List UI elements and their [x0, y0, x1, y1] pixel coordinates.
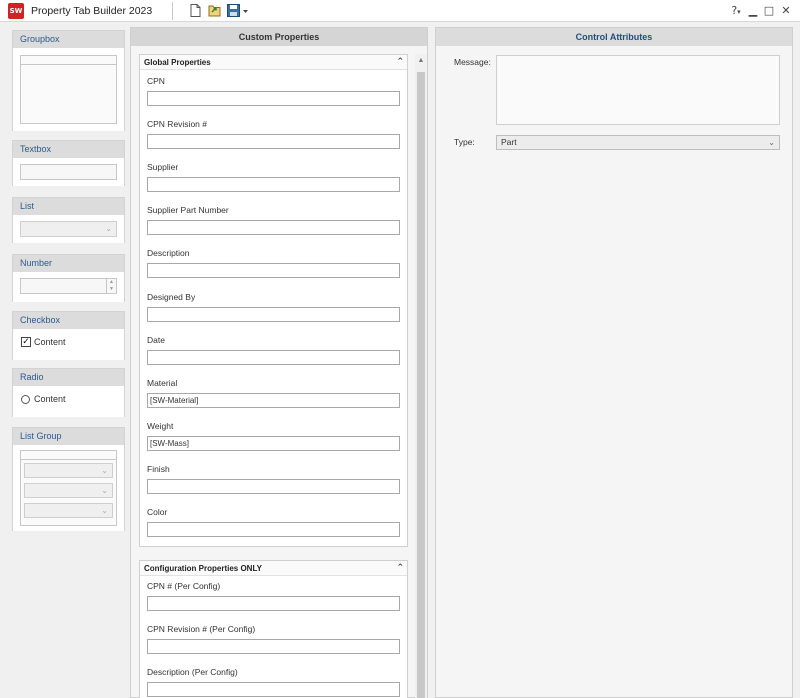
collapse-icon[interactable]: ⌃ — [396, 55, 404, 70]
type-select-value: Part — [501, 137, 517, 147]
dropdown-caret-icon[interactable] — [242, 3, 249, 18]
palette-list-label: List — [13, 198, 124, 215]
minimize-icon[interactable]: ▁ — [747, 3, 759, 18]
field-label-cpn-revision: CPN Revision # — [147, 119, 207, 129]
palette-number[interactable]: Number ▲ ▼ — [12, 254, 125, 302]
field-input-date[interactable] — [147, 350, 400, 365]
global-properties-section: Global Properties ⌃ CPN CPN Revision # S… — [139, 54, 408, 547]
type-label: Type: — [454, 137, 475, 147]
save-icon[interactable] — [226, 3, 241, 18]
palette-textbox[interactable]: Textbox — [12, 140, 125, 186]
configuration-properties-section: Configuration Properties ONLY ⌃ CPN # (P… — [139, 560, 408, 698]
configuration-properties-header[interactable]: Configuration Properties ONLY ⌃ — [140, 561, 407, 576]
title-separator — [172, 2, 173, 20]
message-label: Message: — [454, 57, 491, 67]
solidworks-logo-icon: SW — [8, 3, 24, 19]
close-icon[interactable]: ✕ — [780, 3, 792, 18]
palette-checkbox[interactable]: Checkbox ✓ Content — [12, 311, 125, 360]
list-preview: ⌄ — [20, 221, 117, 237]
field-label-cpn: CPN — [147, 76, 165, 86]
configuration-properties-title: Configuration Properties ONLY — [144, 564, 262, 573]
palette-checkbox-label: Checkbox — [13, 312, 124, 329]
checkbox-preview-icon: ✓ — [21, 337, 31, 347]
open-file-icon[interactable] — [207, 3, 222, 18]
field-label-designed-by: Designed By — [147, 292, 196, 302]
custom-properties-title: Custom Properties — [131, 28, 427, 46]
groupbox-preview — [20, 55, 117, 124]
palette-list[interactable]: List ⌄ — [12, 197, 125, 243]
radio-preview-icon — [21, 395, 30, 404]
checkbox-preview-label: Content — [34, 337, 66, 347]
field-label-supplier: Supplier — [147, 162, 179, 172]
palette-number-label: Number — [13, 255, 124, 272]
scroll-up-icon[interactable]: ▲ — [415, 54, 427, 68]
global-properties-title: Global Properties — [144, 58, 211, 67]
field-label-description: Description — [147, 248, 190, 258]
window-title: Property Tab Builder 2023 — [31, 5, 153, 17]
maximize-icon[interactable]: □ — [763, 3, 775, 18]
radio-preview-label: Content — [34, 394, 66, 404]
palette-list-group[interactable]: List Group ⌄ ⌄ ⌄ — [12, 427, 125, 531]
field-label-cpn-revision-per-config: CPN Revision # (Per Config) — [147, 624, 256, 634]
field-label-weight: Weight — [147, 421, 174, 431]
field-input-color[interactable] — [147, 522, 400, 537]
field-input-cpn-revision-per-config[interactable] — [147, 639, 400, 654]
field-input-supplier-part-number[interactable] — [147, 220, 400, 235]
scrollbar-thumb[interactable] — [417, 72, 425, 698]
field-input-supplier[interactable] — [147, 177, 400, 192]
palette-list-group-label: List Group — [13, 428, 124, 445]
field-label-finish: Finish — [147, 464, 170, 474]
textbox-preview — [20, 164, 117, 180]
field-label-cpn-per-config: CPN # (Per Config) — [147, 581, 221, 591]
field-input-cpn[interactable] — [147, 91, 400, 106]
title-bar: SW Property Tab Builder 2023 ?▾ ▁ □ ✕ — [0, 0, 800, 22]
field-label-supplier-part-number: Supplier Part Number — [147, 205, 229, 215]
palette-textbox-label: Textbox — [13, 141, 124, 158]
number-preview: ▲ ▼ — [20, 278, 117, 294]
chevron-down-icon: ⌄ — [768, 138, 775, 147]
palette-groupbox-label: Groupbox — [13, 31, 124, 48]
field-label-date: Date — [147, 335, 165, 345]
help-icon[interactable]: ?▾ — [728, 3, 744, 18]
field-input-designed-by[interactable] — [147, 307, 400, 322]
collapse-icon[interactable]: ⌃ — [396, 561, 404, 576]
message-textarea[interactable] — [496, 55, 780, 125]
palette-groupbox[interactable]: Groupbox — [12, 30, 125, 131]
list-group-preview: ⌄ ⌄ ⌄ — [20, 450, 117, 526]
type-select[interactable]: Part ⌄ — [496, 135, 780, 150]
new-document-icon[interactable] — [188, 3, 203, 18]
field-input-cpn-per-config[interactable] — [147, 596, 400, 611]
field-input-finish[interactable] — [147, 479, 400, 494]
field-input-material[interactable]: [SW-Material] — [147, 393, 400, 408]
field-input-weight[interactable]: [SW-Mass] — [147, 436, 400, 451]
field-label-color: Color — [147, 507, 168, 517]
custom-properties-panel: Custom Properties Global Properties ⌃ CP… — [130, 27, 428, 698]
control-attributes-title: Control Attributes — [436, 28, 792, 46]
field-label-material: Material — [147, 378, 178, 388]
field-label-description-per-config: Description (Per Config) — [147, 667, 238, 677]
palette-radio-label: Radio — [13, 369, 124, 386]
field-input-description[interactable] — [147, 263, 400, 278]
palette-radio[interactable]: Radio Content — [12, 368, 125, 417]
field-input-cpn-revision[interactable] — [147, 134, 400, 149]
control-attributes-panel: Control Attributes Message: Type: Part ⌄ — [435, 27, 793, 698]
global-properties-header[interactable]: Global Properties ⌃ — [140, 55, 407, 70]
field-input-description-per-config[interactable] — [147, 682, 400, 697]
